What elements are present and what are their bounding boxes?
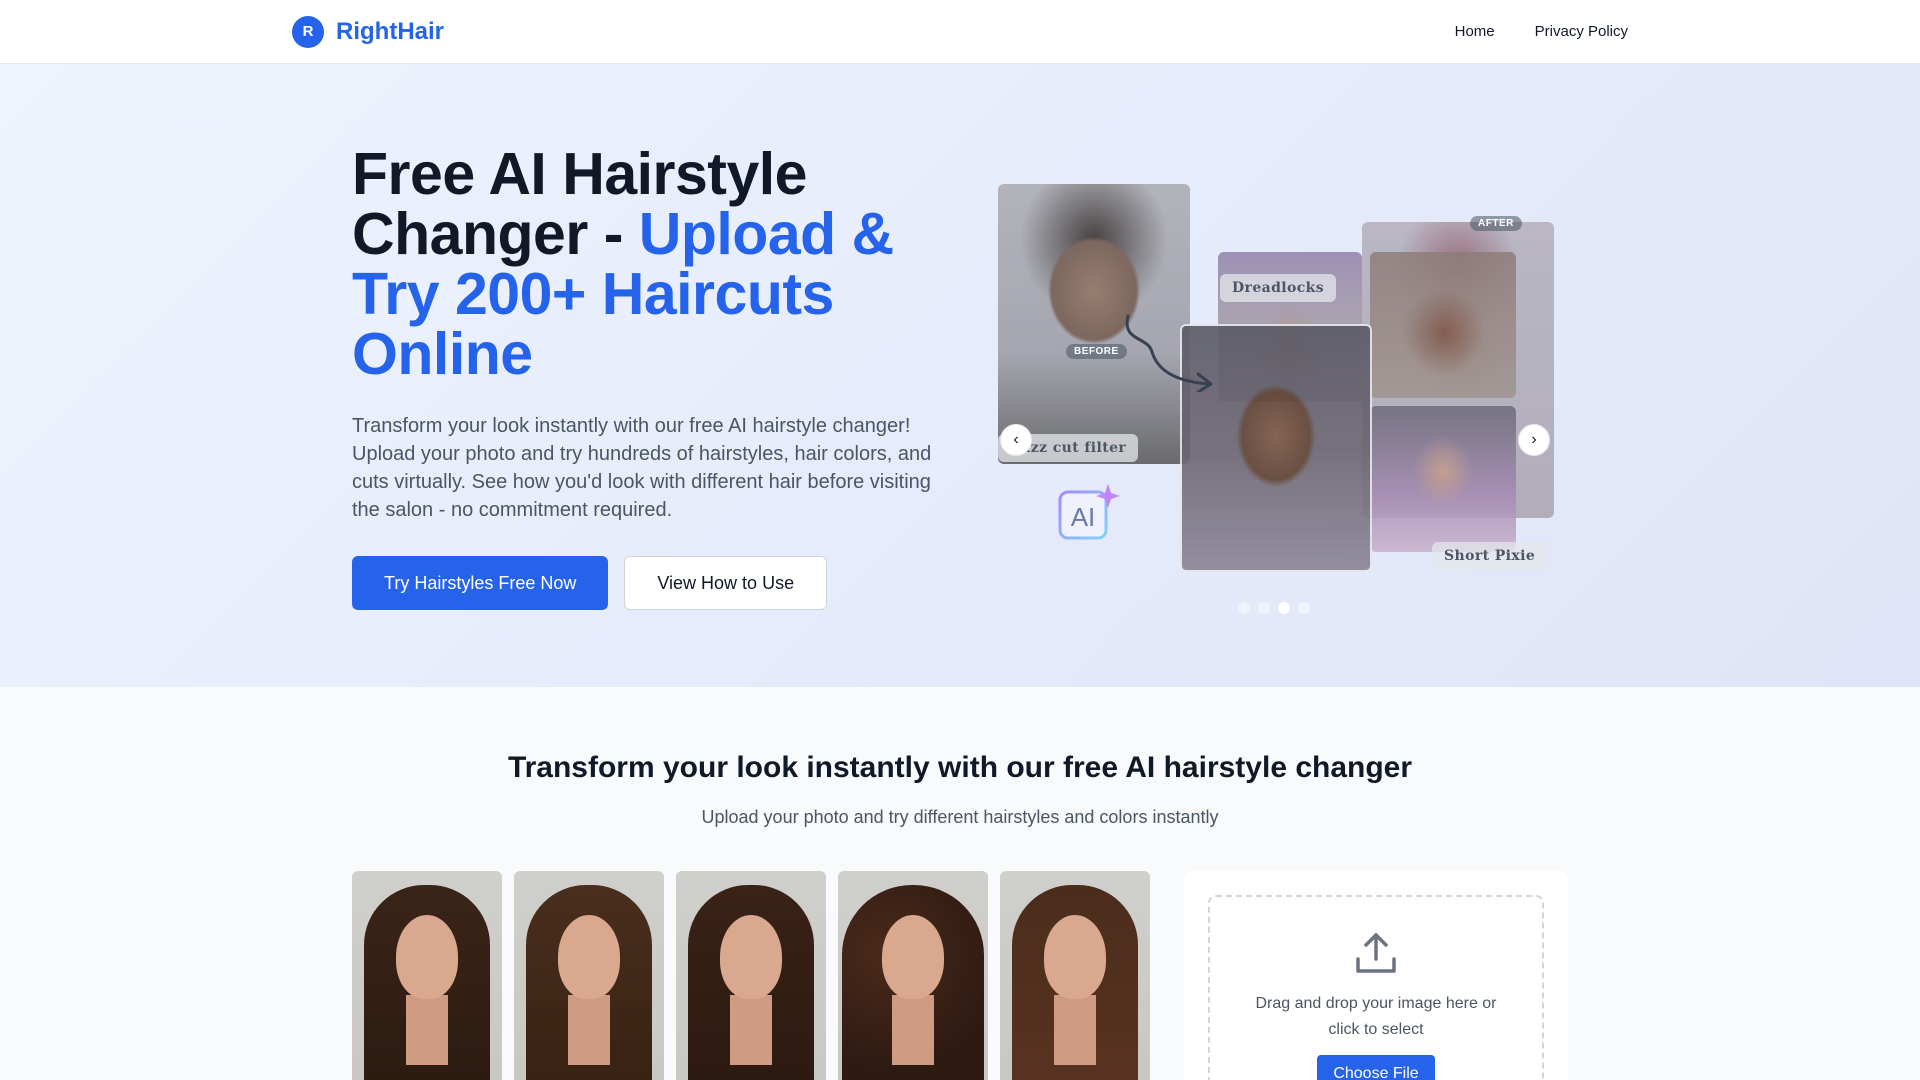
try-hairstyles-button[interactable]: Try Hairstyles Free Now (352, 556, 609, 610)
showcase-section: Transform your look instantly with our f… (0, 687, 1920, 1080)
carousel-next-button[interactable]: › (1518, 424, 1550, 456)
carousel-prev-button[interactable]: ‹ (1000, 424, 1032, 456)
sample-face (1044, 915, 1106, 999)
hero-buttons: Try Hairstyles Free Now View How to Use (352, 556, 952, 610)
pink-hair-photo (1370, 406, 1516, 552)
upload-card: Drag and drop your image here or click t… (1184, 871, 1568, 1080)
chevron-right-icon: › (1531, 431, 1537, 448)
bangs-photo (1370, 252, 1516, 398)
chevron-left-icon: ‹ (1013, 431, 1019, 448)
hero-content: Free AI Hairstyle Changer - Upload & Try… (352, 144, 952, 610)
hero-carousel: BEFORE AFTER buzz cut filter Dreadlocks … (998, 184, 1554, 614)
hero-section: Free AI Hairstyle Changer - Upload & Try… (0, 64, 1920, 687)
curved-arrow-icon (1125, 314, 1213, 392)
sample-face (882, 915, 944, 999)
sample-neck (568, 995, 610, 1065)
carousel-dot-2[interactable] (1258, 602, 1270, 614)
carousel-dot-1[interactable] (1238, 602, 1250, 614)
logo-badge-icon: R (292, 15, 324, 48)
hero-description: Transform your look instantly with our f… (352, 415, 932, 521)
sample-image[interactable] (838, 871, 988, 1080)
sample-neck (406, 995, 448, 1065)
nav-link-privacy-policy[interactable]: Privacy Policy (1535, 23, 1628, 40)
dreadlocks-label: Dreadlocks (1220, 274, 1337, 302)
choose-file-button[interactable]: Choose File (1317, 1055, 1435, 1080)
upload-icon (1356, 933, 1396, 973)
sample-face (396, 915, 458, 999)
sample-image[interactable] (676, 871, 826, 1080)
sample-face (720, 915, 782, 999)
short-pixie-label: Short Pixie (1432, 542, 1548, 570)
sample-face (558, 915, 620, 999)
sample-neck (730, 995, 772, 1065)
view-how-to-use-button[interactable]: View How to Use (624, 556, 828, 610)
carousel-dot-3[interactable] (1278, 602, 1290, 614)
showcase-title: Transform your look instantly with our f… (507, 751, 1413, 784)
brand-name: RightHair (336, 17, 444, 45)
upload-instructions: Drag and drop your image here or click t… (1255, 995, 1497, 1038)
sample-image[interactable] (1000, 871, 1150, 1080)
nav-links: Home Privacy Policy (1455, 23, 1628, 40)
ai-text: AI (1071, 502, 1096, 532)
sample-neck (1054, 995, 1096, 1065)
brand-logo[interactable]: R RightHair (292, 15, 444, 48)
carousel-dot-4[interactable] (1298, 602, 1310, 614)
after-tag: AFTER (1470, 216, 1522, 231)
sample-gallery (352, 871, 1150, 1080)
ai-sparkle-icon: AI (1058, 484, 1122, 549)
sample-neck (892, 995, 934, 1065)
sample-image[interactable] (352, 871, 502, 1080)
upload-dropzone[interactable]: Drag and drop your image here or click t… (1208, 895, 1544, 1080)
hero-title: Free AI Hairstyle Changer - Upload & Try… (352, 144, 952, 384)
showcase-subtitle: Upload your photo and try different hair… (701, 807, 1219, 827)
before-tag: BEFORE (1066, 344, 1127, 359)
hero-title-line2: Changer - (352, 201, 639, 267)
nav-link-home[interactable]: Home (1455, 23, 1495, 40)
hero-title-line1: Free AI Hairstyle (352, 141, 807, 207)
top-navbar: R RightHair Home Privacy Policy (0, 0, 1920, 64)
carousel-dots (1238, 602, 1310, 614)
sample-image[interactable] (514, 871, 664, 1080)
